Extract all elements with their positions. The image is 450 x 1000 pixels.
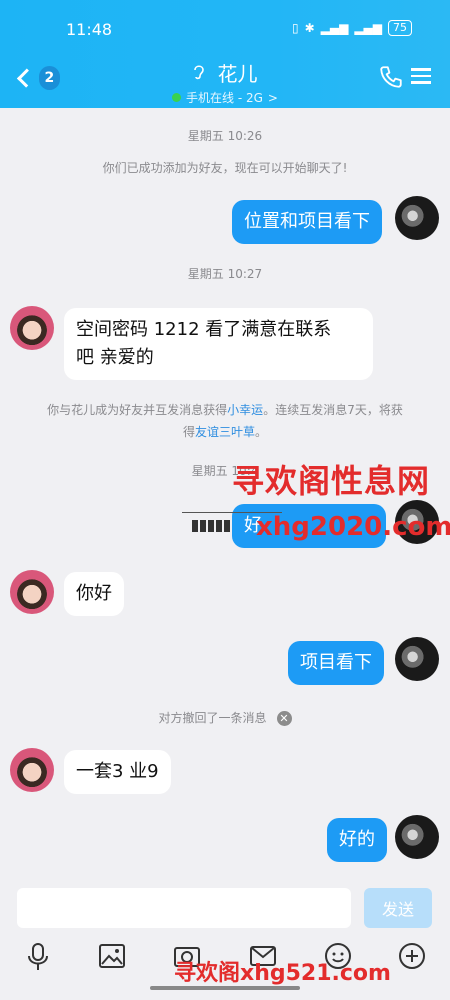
message-text-line: 空间密码 1212 看了满意在联系	[76, 319, 332, 340]
my-avatar[interactable]	[395, 815, 439, 859]
hamburger-menu-icon	[411, 68, 439, 84]
watermark-text: 寻欢阁性息网	[232, 462, 431, 500]
signal-icon-2: ▂▄▆	[354, 21, 382, 35]
message-bubble-outgoing[interactable]: 位置和项目看下	[232, 200, 382, 244]
status-time: 11:48	[66, 20, 113, 39]
online-dot-icon	[172, 93, 182, 102]
menu-button[interactable]	[411, 64, 439, 92]
home-indicator[interactable]	[150, 986, 300, 990]
image-icon[interactable]	[98, 942, 128, 972]
signal-icon: ▂▄▆	[320, 21, 349, 35]
system-message-recall: 对方撤回了一条消息 ✕	[0, 707, 450, 729]
watermark-footer: 寻欢阁xhg521.com	[174, 961, 391, 986]
system-message-lucky: 你与花儿成为好友并互发消息获得小幸运。连续互发消息7天，将获 得友谊三叶草。	[47, 403, 403, 439]
status-bar: 11:48 ▯ ✱ ▂▄▆ ▂▄▆ 75	[0, 18, 450, 42]
message-bubble-outgoing[interactable]: 项目看下	[288, 641, 384, 685]
phone-icon	[380, 66, 402, 88]
clover-link[interactable]: 友谊三叶草	[195, 425, 255, 439]
close-icon[interactable]: ✕	[276, 710, 292, 726]
contact-avatar[interactable]	[10, 570, 54, 614]
battery-icon: 75	[388, 20, 412, 36]
message-text-line: 吧 亲爱的	[76, 347, 154, 368]
my-avatar[interactable]	[395, 637, 439, 681]
contact-avatar[interactable]	[10, 306, 54, 350]
vibrate-icon: ▯	[291, 21, 299, 35]
online-status-text: 手机在线 - 2G	[186, 91, 263, 105]
message-bubble-outgoing[interactable]: 好的	[327, 818, 387, 862]
arrow-icon	[192, 520, 232, 532]
plus-icon[interactable]	[398, 942, 428, 972]
watermark-url: xhg2020.com	[256, 512, 450, 542]
timestamp: 星期五 10:26	[187, 129, 263, 143]
contact-avatar[interactable]	[10, 748, 54, 792]
message-bubble-incoming[interactable]: 空间密码 1212 看了满意在联系 吧 亲爱的	[64, 308, 373, 380]
message-input[interactable]	[17, 888, 351, 928]
system-message-added: 你们已成功添加为好友，现在可以开始聊天了!	[102, 161, 348, 175]
my-avatar[interactable]	[395, 196, 439, 240]
phone-call-button[interactable]	[378, 64, 406, 92]
send-button[interactable]: 发送	[364, 888, 432, 928]
timestamp: 星期五 10:27	[187, 267, 263, 281]
message-bubble-incoming[interactable]: 你好	[64, 572, 124, 616]
message-bubble-incoming[interactable]: 一套3 业9	[64, 750, 171, 794]
lucky-link[interactable]: 小幸运	[227, 403, 263, 417]
chevron-right-icon: >	[267, 90, 278, 105]
ear-icon	[192, 65, 211, 85]
microphone-icon[interactable]	[24, 942, 54, 972]
status-icons: ▯ ✱ ▂▄▆ ▂▄▆ 75	[292, 20, 412, 36]
chat-header: 11:48 ▯ ✱ ▂▄▆ ▂▄▆ 75 2 花儿 手机在线 - 2G >	[0, 0, 450, 108]
bluetooth-icon: ✱	[304, 21, 315, 35]
contact-name: 花儿	[217, 62, 258, 86]
